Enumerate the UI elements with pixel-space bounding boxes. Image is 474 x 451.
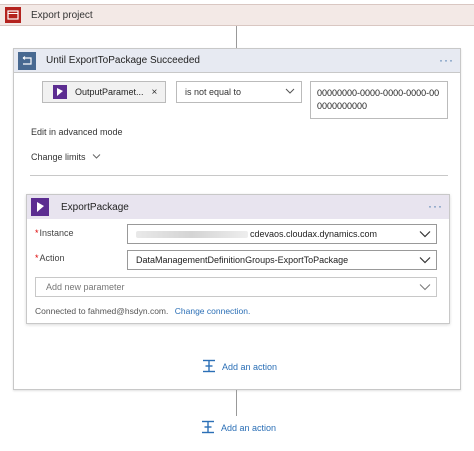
instance-value: cdevaos.cloudax.dynamics.com [250, 229, 378, 239]
change-connection-link[interactable]: Change connection. [175, 306, 251, 316]
action-label: *Action [35, 253, 65, 263]
redacted-hostname [136, 230, 248, 238]
operator-select[interactable]: is not equal to [176, 81, 302, 103]
add-action-inner-button[interactable]: Add an action [202, 359, 277, 375]
condition-token[interactable]: OutputParamet... × [42, 81, 166, 103]
until-loop-card: Until ExportToPackage Succeeded ··· Outp… [13, 48, 461, 390]
until-header[interactable]: Until ExportToPackage Succeeded ··· [14, 49, 460, 73]
until-more-icon[interactable]: ··· [439, 53, 454, 67]
instance-select[interactable]: cdevaos.cloudax.dynamics.com [127, 224, 437, 244]
remove-token-icon[interactable]: × [152, 87, 158, 98]
change-limits-label: Change limits [31, 152, 86, 162]
chevron-down-icon [418, 280, 432, 296]
export-package-title: ExportPackage [61, 201, 129, 213]
until-title: Until ExportToPackage Succeeded [46, 55, 200, 66]
flow-connector [236, 26, 237, 48]
export-project-header[interactable]: Export project [0, 4, 474, 26]
instance-label: *Instance [35, 228, 74, 238]
chevron-down-icon [285, 86, 295, 98]
dynamics-icon [53, 85, 67, 99]
export-package-header[interactable]: ExportPackage ··· [27, 195, 449, 219]
add-parameter-select[interactable]: Add new parameter [35, 277, 437, 297]
change-limits-link[interactable]: Change limits [31, 152, 101, 162]
token-label: OutputParamet... [75, 87, 144, 97]
export-project-title: Export project [31, 9, 93, 21]
action-select[interactable]: DataManagementDefinitionGroups-ExportToP… [127, 250, 437, 270]
action-more-icon[interactable]: ··· [428, 199, 443, 213]
export-package-card: ExportPackage ··· *Instance cdevaos.clou… [26, 194, 450, 324]
add-action-outer-button[interactable]: Add an action [201, 420, 276, 436]
action-value: DataManagementDefinitionGroups-ExportToP… [136, 255, 349, 265]
condition-value-field[interactable]: 00000000-0000-0000-0000-000000000000 [310, 81, 448, 119]
add-action-label: Add an action [222, 362, 278, 372]
connection-info: Connected to fahmed@hsdyn.com. Change co… [35, 306, 250, 316]
loop-icon [18, 51, 36, 70]
project-icon [5, 7, 21, 23]
section-divider [30, 175, 448, 176]
add-action-icon [201, 420, 215, 436]
add-action-icon [202, 359, 216, 375]
chevron-down-icon [418, 227, 432, 243]
operator-value: is not equal to [185, 87, 242, 97]
flow-connector [236, 390, 237, 416]
dynamics-icon [31, 198, 49, 216]
edit-advanced-mode-link[interactable]: Edit in advanced mode [31, 127, 123, 137]
add-action-label: Add an action [221, 423, 277, 433]
connected-text: Connected to fahmed@hsdyn.com. [35, 306, 169, 316]
chevron-down-icon [418, 253, 432, 269]
add-parameter-placeholder: Add new parameter [46, 282, 125, 292]
chevron-down-icon [92, 152, 101, 162]
